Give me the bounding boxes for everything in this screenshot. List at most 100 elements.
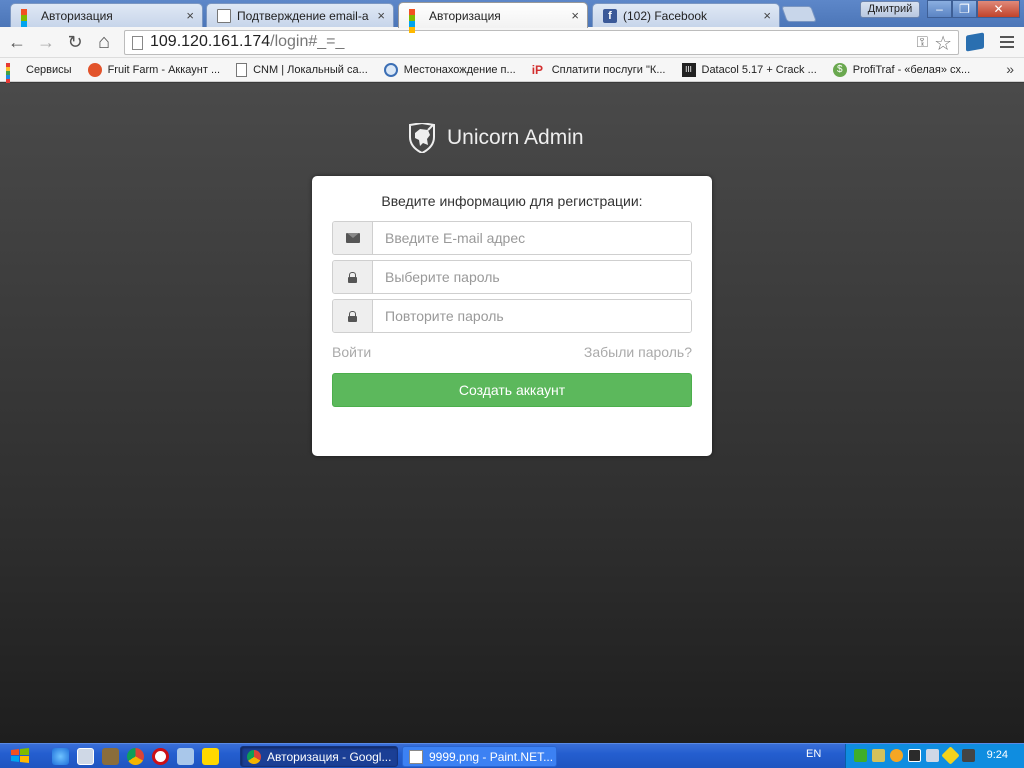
address-host: 109.120.161.174 [150,33,271,50]
minimize-button[interactable]: ‒ [927,0,952,18]
address-url[interactable]: 109.120.161.174/login#_=_ [150,33,344,51]
bookmark-fruit-farm[interactable]: Fruit Farm - Аккаунт ... [87,62,221,77]
close-window-button[interactable]: ✕ [977,0,1020,18]
bookmark-label: Fruit Farm - Аккаунт ... [107,63,221,76]
bookmark-profitraf[interactable]: $ ProfiTraf - «белая» сх... [832,62,970,77]
profile-button[interactable]: Дмитрий [860,1,920,18]
page-content: Unicorn Admin Введите информацию для рег… [0,83,1024,743]
monitor-icon[interactable] [908,749,921,762]
task-chrome[interactable]: Авторизация - Googl... [240,746,398,767]
task-label: 9999.png - Paint.NET... [429,749,554,764]
bookmark-location[interactable]: Местонахождение п... [383,62,516,77]
app-tray-icon[interactable] [962,749,975,762]
page-icon [236,62,248,77]
email-addon [333,222,373,254]
form-heading: Введите информацию для регистрации: [381,193,643,209]
tab-close-icon[interactable]: × [186,8,194,23]
shield-tray-icon[interactable] [941,746,960,765]
tab-title: Авторизация [429,8,501,23]
coin-icon: $ [832,62,847,77]
tab-title: Авторизация [41,8,113,23]
check-icon[interactable] [854,749,867,762]
browser-toolbar: ← → ↻ ⌂ 109.120.161.174/login#_=_ ⚿ ☆ [0,27,1024,58]
task-paintnet[interactable]: 9999.png - Paint.NET... [402,746,557,767]
task-label: Авторизация - Googl... [267,749,392,764]
bookmark-services[interactable]: Сервисы [6,62,72,99]
tab-email-confirmation[interactable]: Подтверждение email-а - В × [206,3,394,27]
key-icon[interactable]: ⚿ [917,34,928,51]
ip-icon: iP [531,62,544,77]
bookmarks-more-button[interactable]: » [1006,61,1014,77]
apps-icon [6,62,20,99]
new-tab-button[interactable] [781,6,817,22]
reload-button[interactable]: ↻ [64,31,86,53]
network-icon[interactable] [177,748,194,765]
brand-name: Unicorn Admin [447,126,584,149]
volume-icon[interactable] [926,749,939,762]
opera-icon[interactable] [152,748,169,765]
restore-button[interactable]: ❐ [952,0,977,18]
create-account-button[interactable]: Создать аккаунт [332,373,692,407]
bookmark-datacol[interactable]: III Datacol 5.17 + Crack ... [681,62,817,77]
password-field[interactable] [332,260,692,294]
package-icon[interactable] [102,748,119,765]
confirm-password-addon [333,300,373,332]
address-path: /login#_=_ [270,33,345,50]
update-icon[interactable] [890,749,903,762]
ms-logo-icon [409,8,423,33]
tab-authorization-active[interactable]: Авторизация × [398,2,588,33]
bookmark-pay-services[interactable]: iP Сплатити послуги "К... [532,63,666,77]
tab-close-icon[interactable]: × [571,8,579,23]
clock[interactable]: 9:24 [987,749,1008,761]
tab-facebook[interactable]: f (102) Facebook × [592,3,780,27]
email-input[interactable] [373,222,691,254]
bookmark-label: CNM | Локальный са... [253,63,368,76]
paintnet-icon [409,749,423,764]
menu-icon[interactable] [1000,36,1014,51]
bookmark-label: Сервисы [26,63,72,76]
chrome-icon[interactable] [127,748,144,765]
ms-logo-icon [21,8,35,33]
chrome-icon [247,749,261,764]
messenger-icon[interactable] [202,748,219,765]
bookmark-cnm[interactable]: CNM | Локальный са... [236,62,368,77]
brand: Unicorn Admin [408,123,584,153]
tab-close-icon[interactable]: × [763,8,771,23]
windows-start-icon[interactable] [10,747,30,765]
lock-icon [348,271,357,283]
language-indicator[interactable]: EN [806,748,821,760]
mail-icon[interactable] [872,749,885,762]
bookmark-star-icon[interactable]: ☆ [934,31,952,56]
extension-icon[interactable] [966,32,984,52]
login-link[interactable]: Войти [332,344,371,360]
password-input[interactable] [373,261,691,293]
ie-icon[interactable] [52,748,69,765]
bookmark-label: Местонахождение п... [403,63,516,76]
confirm-password-input[interactable] [373,300,691,332]
tab-close-icon[interactable]: × [377,8,385,23]
taskbar: Авторизация - Googl... 9999.png - Paint.… [0,743,1024,768]
system-tray: 9:24 [845,744,1024,768]
tab-title: Подтверждение email-а - В [237,8,371,23]
bookmark-label: Сплатити послуги "К... [551,63,666,76]
page-icon [132,36,143,50]
address-bar[interactable]: 109.120.161.174/login#_=_ ⚿ ☆ [124,30,959,55]
password-addon [333,261,373,293]
forward-button[interactable]: → [35,31,57,53]
email-field[interactable] [332,221,692,255]
desktop-icon[interactable] [77,748,94,765]
bookmark-label: Datacol 5.17 + Crack ... [701,63,817,76]
tab-title: (102) Facebook [623,8,708,23]
globe-icon [383,62,398,77]
fruit-icon [87,62,102,77]
lock-icon [348,310,357,322]
forgot-password-link[interactable]: Забыли пароль? [584,344,692,360]
home-button[interactable]: ⌂ [93,31,115,53]
tab-strip: Авторизация × Подтверждение email-а - В … [0,0,1024,33]
tab-authorization-1[interactable]: Авторизация × [10,3,203,33]
confirm-password-field[interactable] [332,299,692,333]
facebook-icon: f [603,8,617,23]
datacol-icon: III [681,62,696,77]
page-icon [217,8,231,23]
back-button[interactable]: ← [6,31,28,53]
